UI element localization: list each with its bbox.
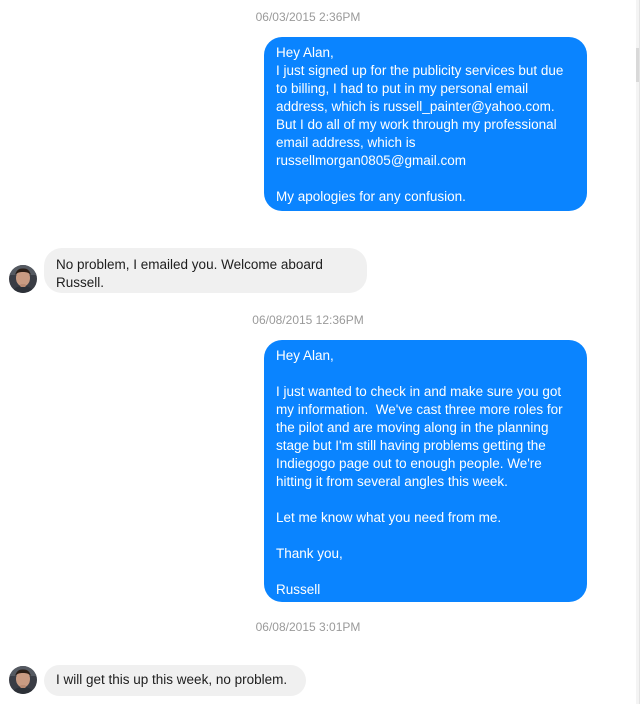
- incoming-message-bubble[interactable]: No problem, I emailed you. Welcome aboar…: [44, 248, 367, 293]
- incoming-message-bubble[interactable]: I will get this up this week, no problem…: [44, 665, 306, 696]
- message-timestamp: 06/08/2015 12:36PM: [252, 313, 364, 327]
- chat-thread: 06/03/2015 2:36PM Hey Alan, I just signe…: [0, 0, 640, 704]
- message-timestamp: 06/08/2015 3:01PM: [255, 620, 361, 634]
- user-avatar-icon[interactable]: [9, 666, 37, 694]
- message-timestamp: 06/03/2015 2:36PM: [255, 10, 361, 24]
- outgoing-message-bubble[interactable]: Hey Alan, I just wanted to check in and …: [264, 340, 587, 602]
- user-avatar-icon[interactable]: [9, 265, 37, 293]
- scrollbar-thumb[interactable]: [636, 48, 639, 82]
- scrollbar-track[interactable]: [636, 0, 639, 704]
- outgoing-message-bubble[interactable]: Hey Alan, I just signed up for the publi…: [264, 37, 587, 211]
